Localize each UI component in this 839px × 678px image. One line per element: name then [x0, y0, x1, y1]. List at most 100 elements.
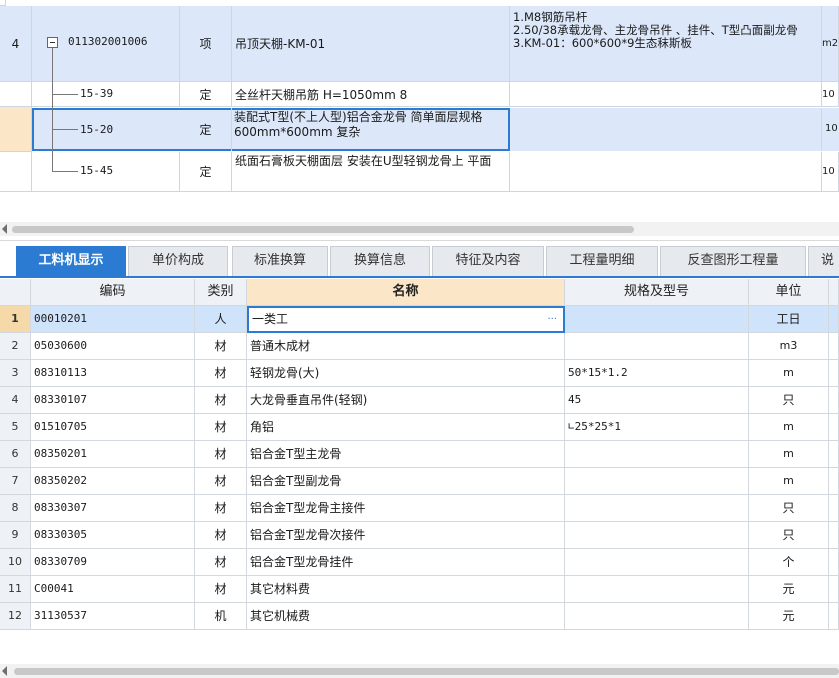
code-cell[interactable]: 05030600: [31, 333, 195, 360]
unit-cell[interactable]: 元: [749, 576, 829, 603]
tab-conversion-info[interactable]: 换算信息: [330, 246, 430, 276]
tab-more[interactable]: 说: [808, 246, 839, 276]
column-header-cat[interactable]: 类别: [195, 279, 247, 306]
unit-cell[interactable]: 个: [749, 549, 829, 576]
row-number[interactable]: 1: [0, 306, 31, 333]
tab-unit-price-composition[interactable]: 单价构成: [128, 246, 228, 276]
spec-cell[interactable]: ∟25*25*1: [565, 414, 749, 441]
spec-cell[interactable]: [565, 306, 749, 333]
scroll-left-icon[interactable]: [2, 666, 7, 676]
spec-cell[interactable]: 50*15*1.2: [565, 360, 749, 387]
unit-cell-text: 只: [782, 501, 795, 515]
unit-cell[interactable]: m: [749, 360, 829, 387]
code-cell[interactable]: 08330307: [31, 495, 195, 522]
column-header-unit[interactable]: 单位: [749, 279, 829, 306]
spec-cell[interactable]: [565, 522, 749, 549]
row-number[interactable]: 2: [0, 333, 31, 360]
code-cell[interactable]: 00010201: [31, 306, 195, 333]
name-cell[interactable]: 铝合金T型副龙骨: [247, 468, 565, 495]
panel-splitter[interactable]: [0, 240, 839, 241]
row-number[interactable]: 8: [0, 495, 31, 522]
spec-cell[interactable]: [565, 495, 749, 522]
category-cell[interactable]: 材: [195, 387, 247, 414]
name-cell[interactable]: 铝合金T型龙骨主接件: [247, 495, 565, 522]
unit-cell[interactable]: 只: [749, 495, 829, 522]
code-cell[interactable]: C00041: [31, 576, 195, 603]
code-cell[interactable]: 08350201: [31, 441, 195, 468]
row-number[interactable]: 7: [0, 468, 31, 495]
category-cell[interactable]: 材: [195, 495, 247, 522]
unit-cell[interactable]: 只: [749, 522, 829, 549]
name-cell[interactable]: 铝合金T型龙骨挂件: [247, 549, 565, 576]
column-header-code[interactable]: 编码: [31, 279, 195, 306]
grid-corner[interactable]: [0, 279, 31, 306]
scroll-thumb[interactable]: [12, 226, 634, 233]
row-number[interactable]: 11: [0, 576, 31, 603]
category-cell[interactable]: 材: [195, 333, 247, 360]
quota-name: 纸面石膏板天棚面层 安装在U型轻钢龙骨上 平面: [232, 152, 510, 192]
name-cell[interactable]: 其它机械费: [247, 603, 565, 630]
tab-features-content[interactable]: 特征及内容: [432, 246, 544, 276]
tab-graphic-quantity-lookup[interactable]: 反查图形工程量: [660, 246, 806, 276]
row-number[interactable]: 4: [0, 387, 31, 414]
row-number[interactable]: 10: [0, 549, 31, 576]
unit-cell[interactable]: 工日: [749, 306, 829, 333]
code-cell[interactable]: 08310113: [31, 360, 195, 387]
spec-cell[interactable]: 45: [565, 387, 749, 414]
spec-cell[interactable]: [565, 576, 749, 603]
scroll-left-icon[interactable]: [2, 224, 7, 234]
code-cell[interactable]: 08330305: [31, 522, 195, 549]
code-cell[interactable]: 08330107: [31, 387, 195, 414]
category-cell[interactable]: 材: [195, 414, 247, 441]
category-cell[interactable]: 材: [195, 468, 247, 495]
name-cell[interactable]: 铝合金T型龙骨次接件: [247, 522, 565, 549]
unit-cell[interactable]: m: [749, 468, 829, 495]
tab-labor-material-machine[interactable]: 工料机显示: [16, 246, 126, 276]
name-cell[interactable]: 其它材料费: [247, 576, 565, 603]
name-cell[interactable]: 轻钢龙骨(大): [247, 360, 565, 387]
row-number[interactable]: 3: [0, 360, 31, 387]
more-options-icon[interactable]: ···: [547, 308, 557, 331]
bottom-horizontal-scrollbar[interactable]: [0, 664, 839, 678]
unit-cell[interactable]: 元: [749, 603, 829, 630]
name-cell[interactable]: 普通木成材: [247, 333, 565, 360]
category-cell[interactable]: 材: [195, 576, 247, 603]
category-cell[interactable]: 材: [195, 549, 247, 576]
tab-standard-conversion[interactable]: 标准换算: [232, 246, 328, 276]
code-cell[interactable]: 31130537: [31, 603, 195, 630]
row-number[interactable]: 5: [0, 414, 31, 441]
unit-cell[interactable]: m: [749, 414, 829, 441]
column-header-spec[interactable]: 规格及型号: [565, 279, 749, 306]
spec-cell[interactable]: [565, 333, 749, 360]
code-cell[interactable]: 01510705: [31, 414, 195, 441]
spec-cell[interactable]: [565, 468, 749, 495]
spec-cell[interactable]: [565, 549, 749, 576]
quota-name: 全丝杆天棚吊筋 H=1050mm 8: [232, 82, 510, 107]
category-cell[interactable]: 材: [195, 522, 247, 549]
spec-cell[interactable]: [565, 441, 749, 468]
name-cell[interactable]: 一类工 ···: [247, 306, 565, 333]
scroll-thumb[interactable]: [14, 668, 839, 675]
row-number[interactable]: 9: [0, 522, 31, 549]
category-cell[interactable]: 机: [195, 603, 247, 630]
code-cell[interactable]: 08350202: [31, 468, 195, 495]
name-cell[interactable]: 大龙骨垂直吊件(轻钢): [247, 387, 565, 414]
tab-quantity-details[interactable]: 工程量明细: [546, 246, 658, 276]
category-cell[interactable]: 人: [195, 306, 247, 333]
top-horizontal-scrollbar[interactable]: [0, 222, 839, 236]
unit-cell[interactable]: m: [749, 441, 829, 468]
code-cell[interactable]: 08330709: [31, 549, 195, 576]
collapse-toggle-icon[interactable]: [47, 37, 58, 48]
category-cell[interactable]: 材: [195, 441, 247, 468]
category-cell[interactable]: 材: [195, 360, 247, 387]
unit-cell[interactable]: m3: [749, 333, 829, 360]
column-header-name[interactable]: 名称: [247, 279, 565, 306]
name-cell[interactable]: 角铝: [247, 414, 565, 441]
column-header-more[interactable]: [829, 279, 839, 306]
name-cell[interactable]: 铝合金T型主龙骨: [247, 441, 565, 468]
row-selector[interactable]: [0, 107, 32, 152]
spec-cell[interactable]: [565, 603, 749, 630]
row-number[interactable]: 12: [0, 603, 31, 630]
unit-cell[interactable]: 只: [749, 387, 829, 414]
row-number[interactable]: 6: [0, 441, 31, 468]
